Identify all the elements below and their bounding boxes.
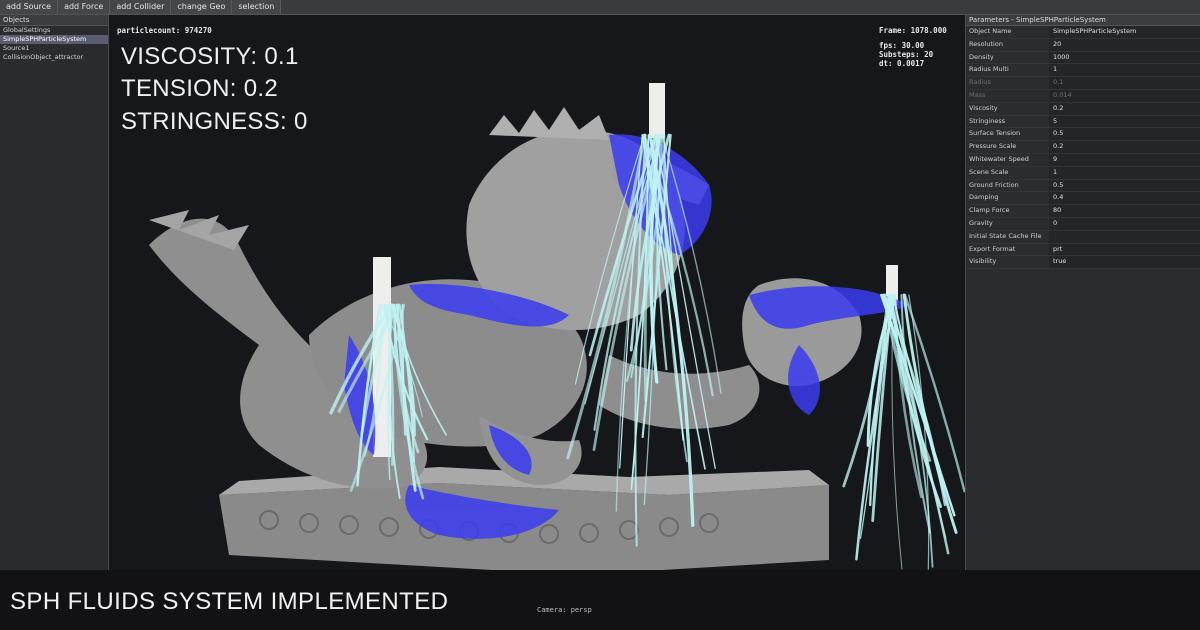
- object-item[interactable]: SimpleSPHParticleSystem: [0, 35, 108, 44]
- parameter-row: Stringiness 5: [966, 115, 1200, 129]
- parameter-label: Whitewater Speed: [969, 154, 1029, 163]
- add-collider-button[interactable]: add Collider: [110, 0, 172, 14]
- 3d-viewport[interactable]: particlecount: 974270 Frame: 1078.000 fp…: [109, 15, 965, 570]
- parameter-row: Initial State Cache File: [966, 230, 1200, 244]
- parameter-row: Scene Scale 1: [966, 166, 1200, 180]
- stringness-overlay: STRINGNESS: 0: [121, 108, 308, 135]
- parameter-label: Radius: [969, 78, 991, 87]
- parameter-row: Radius 0.1: [966, 77, 1200, 90]
- parameters-panel-title: Parameters - SimpleSPHParticleSystem: [966, 15, 1200, 26]
- change-geo-button[interactable]: change Geo: [171, 0, 233, 14]
- selection-button[interactable]: selection: [232, 0, 282, 14]
- parameter-value-field[interactable]: 1000: [1049, 51, 1200, 64]
- parameter-label: Ground Friction: [969, 180, 1019, 189]
- parameter-value-field[interactable]: 0.4: [1049, 192, 1200, 205]
- objects-panel: Objects GlobalSettings SimpleSPHParticleS…: [0, 15, 109, 570]
- parameter-value-field[interactable]: 20: [1049, 38, 1200, 51]
- parameter-value-field[interactable]: SimpleSPHParticleSystem: [1049, 26, 1200, 38]
- parameter-row: Gravity 0: [966, 217, 1200, 231]
- camera-label: Camera: persp: [537, 606, 592, 614]
- parameter-value-field[interactable]: [1049, 230, 1200, 243]
- parameter-value-field[interactable]: 1: [1049, 166, 1200, 179]
- parameter-row: Surface Tension 0.5: [966, 128, 1200, 142]
- parameter-value-field[interactable]: prt: [1049, 243, 1200, 256]
- parameter-row: Ground Friction 0.5: [966, 179, 1200, 193]
- parameter-label: Scene Scale: [969, 167, 1009, 176]
- parameter-label: Gravity: [969, 218, 993, 227]
- parameter-value-field[interactable]: true: [1049, 256, 1200, 269]
- objects-list: GlobalSettings SimpleSPHParticleSystem Sou…: [0, 26, 108, 62]
- parameters-panel: Parameters - SimpleSPHParticleSystem Obj…: [965, 15, 1200, 570]
- parameter-row: Damping 0.4: [966, 192, 1200, 206]
- parameter-label: Visibility: [969, 257, 997, 266]
- parameter-label: Pressure Scale: [969, 142, 1017, 151]
- parameter-label: Surface Tension: [969, 129, 1021, 138]
- fps-readout: fps: 30.00: [879, 41, 925, 50]
- parameter-value-field: 0.014: [1049, 89, 1200, 102]
- parameter-label: Initial State Cache File: [969, 231, 1042, 240]
- parameter-row: Radius Multi 1: [966, 64, 1200, 78]
- parameter-value-field: 0.1: [1049, 77, 1200, 89]
- object-item[interactable]: Source1: [0, 44, 108, 53]
- parameter-value-field[interactable]: 80: [1049, 205, 1200, 217]
- viscosity-overlay: VISCOSITY: 0.1: [121, 43, 299, 70]
- parameter-value-field[interactable]: 0.5: [1049, 128, 1200, 141]
- parameter-row: Mass 0.014: [966, 89, 1200, 103]
- parameter-value-field[interactable]: 0.2: [1049, 141, 1200, 153]
- parameter-value-field[interactable]: 0.5: [1049, 179, 1200, 192]
- add-source-button[interactable]: add Source: [0, 0, 59, 14]
- parameter-label: Stringiness: [969, 116, 1006, 125]
- add-force-button[interactable]: add Force: [58, 0, 111, 14]
- parameter-value-field[interactable]: 0: [1049, 217, 1200, 230]
- object-item[interactable]: GlobalSettings: [0, 26, 108, 35]
- substeps-readout: Substeps: 20: [879, 50, 934, 59]
- dt-readout: dt: 0.0017: [879, 59, 925, 68]
- parameter-value-field[interactable]: 9: [1049, 153, 1200, 166]
- object-item[interactable]: CollisionObject_attractor: [0, 53, 108, 62]
- caption-bar: SPH FLUIDS SYSTEM IMPLEMENTED Camera: pe…: [0, 570, 1200, 630]
- parameter-row: Resolution 20: [966, 38, 1200, 52]
- parameter-row: Whitewater Speed 9: [966, 153, 1200, 167]
- frame-readout: Frame: 1078.000: [879, 26, 947, 35]
- parameter-label: Resolution: [969, 39, 1003, 48]
- parameter-row: Visibility true: [966, 256, 1200, 270]
- parameter-value-field[interactable]: 5: [1049, 115, 1200, 128]
- parameter-label: Clamp Force: [969, 206, 1010, 215]
- top-toolbar: add Source add Force add Collider change…: [0, 0, 1200, 15]
- parameter-row: Density 1000: [966, 51, 1200, 65]
- tension-overlay: TENSION: 0.2: [121, 75, 278, 102]
- parameter-value-field[interactable]: 0.2: [1049, 102, 1200, 115]
- parameter-value-field[interactable]: 1: [1049, 64, 1200, 77]
- caption-text: SPH FLUIDS SYSTEM IMPLEMENTED: [10, 588, 449, 615]
- parameter-row: Clamp Force 80: [966, 205, 1200, 218]
- parameters-list: Object Name SimpleSPHParticleSystem Resolu…: [966, 26, 1200, 270]
- parameter-label: Radius Multi: [969, 65, 1009, 74]
- parameter-label: Viscosity: [969, 103, 998, 112]
- parameter-label: Damping: [969, 193, 999, 202]
- parameter-label: Object Name: [969, 27, 1012, 35]
- parameter-row: Pressure Scale 0.2: [966, 141, 1200, 154]
- parameter-label: Density: [969, 52, 994, 61]
- parameter-label: Export Format: [969, 244, 1016, 253]
- parameter-row: Export Format prt: [966, 243, 1200, 257]
- parameter-label: Mass: [969, 90, 986, 99]
- objects-panel-title: Objects: [0, 15, 108, 26]
- parameter-row: Object Name SimpleSPHParticleSystem: [966, 26, 1200, 39]
- particle-count: particlecount: 974270: [117, 26, 212, 35]
- parameter-row: Viscosity 0.2: [966, 102, 1200, 116]
